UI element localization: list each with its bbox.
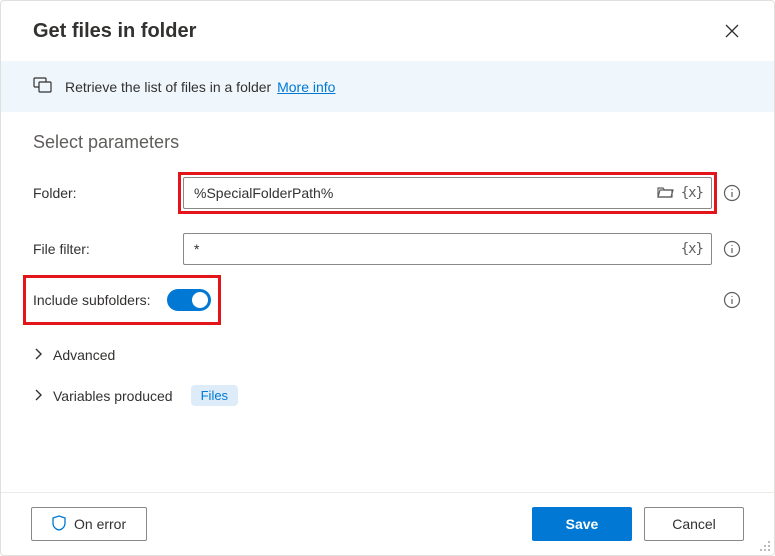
action-dialog: Get files in folder Retrieve the list of…: [0, 0, 775, 556]
include-subfolders-label: Include subfolders:: [33, 292, 151, 308]
variables-produced-expander[interactable]: Variables produced Files: [33, 385, 742, 406]
cancel-label: Cancel: [672, 516, 716, 532]
cancel-button[interactable]: Cancel: [644, 507, 744, 541]
on-error-button[interactable]: On error: [31, 507, 147, 541]
chevron-right-icon: [33, 388, 43, 404]
chevron-right-icon: [33, 347, 43, 363]
on-error-label: On error: [74, 516, 126, 532]
resize-handle[interactable]: [758, 539, 772, 553]
file-filter-label: File filter:: [33, 241, 171, 257]
save-button[interactable]: Save: [532, 507, 632, 541]
file-filter-input[interactable]: [192, 240, 681, 258]
include-subfolders-group: Include subfolders:: [33, 289, 211, 311]
folder-row: Folder: {x}: [33, 177, 742, 209]
folder-label: Folder:: [33, 185, 171, 201]
section-title: Select parameters: [33, 132, 742, 153]
file-filter-row: File filter: {x}: [33, 233, 742, 265]
folder-input-wrap: {x}: [183, 177, 712, 209]
close-icon: [725, 24, 739, 38]
shield-icon: [52, 515, 66, 534]
dialog-body: Select parameters Folder: {x}: [1, 112, 774, 492]
advanced-expander[interactable]: Advanced: [33, 347, 742, 363]
browse-folder-icon[interactable]: [657, 185, 675, 202]
variable-picker-icon[interactable]: {x}: [681, 185, 703, 201]
folder-info-icon[interactable]: [722, 183, 742, 203]
dialog-title: Get files in folder: [33, 20, 196, 43]
file-filter-input-wrap: {x}: [183, 233, 712, 265]
files-in-folder-icon: [33, 75, 53, 98]
close-button[interactable]: [716, 15, 748, 47]
variables-produced-label: Variables produced: [53, 388, 173, 404]
files-variable-badge[interactable]: Files: [191, 385, 238, 406]
include-subfolders-info-icon[interactable]: [722, 290, 742, 310]
toggle-knob: [192, 292, 208, 308]
variable-picker-icon[interactable]: {x}: [681, 241, 703, 257]
dialog-footer: On error Save Cancel: [1, 492, 774, 555]
advanced-label: Advanced: [53, 347, 115, 363]
include-subfolders-row: Include subfolders:: [33, 289, 742, 311]
save-label: Save: [566, 516, 599, 532]
more-info-link[interactable]: More info: [277, 79, 335, 95]
titlebar: Get files in folder: [1, 1, 774, 61]
folder-input[interactable]: [192, 184, 657, 202]
include-subfolders-toggle[interactable]: [167, 289, 211, 311]
info-bar: Retrieve the list of files in a folder M…: [1, 61, 774, 112]
file-filter-info-icon[interactable]: [722, 239, 742, 259]
info-bar-text: Retrieve the list of files in a folder M…: [65, 79, 335, 95]
info-bar-label: Retrieve the list of files in a folder: [65, 79, 271, 95]
